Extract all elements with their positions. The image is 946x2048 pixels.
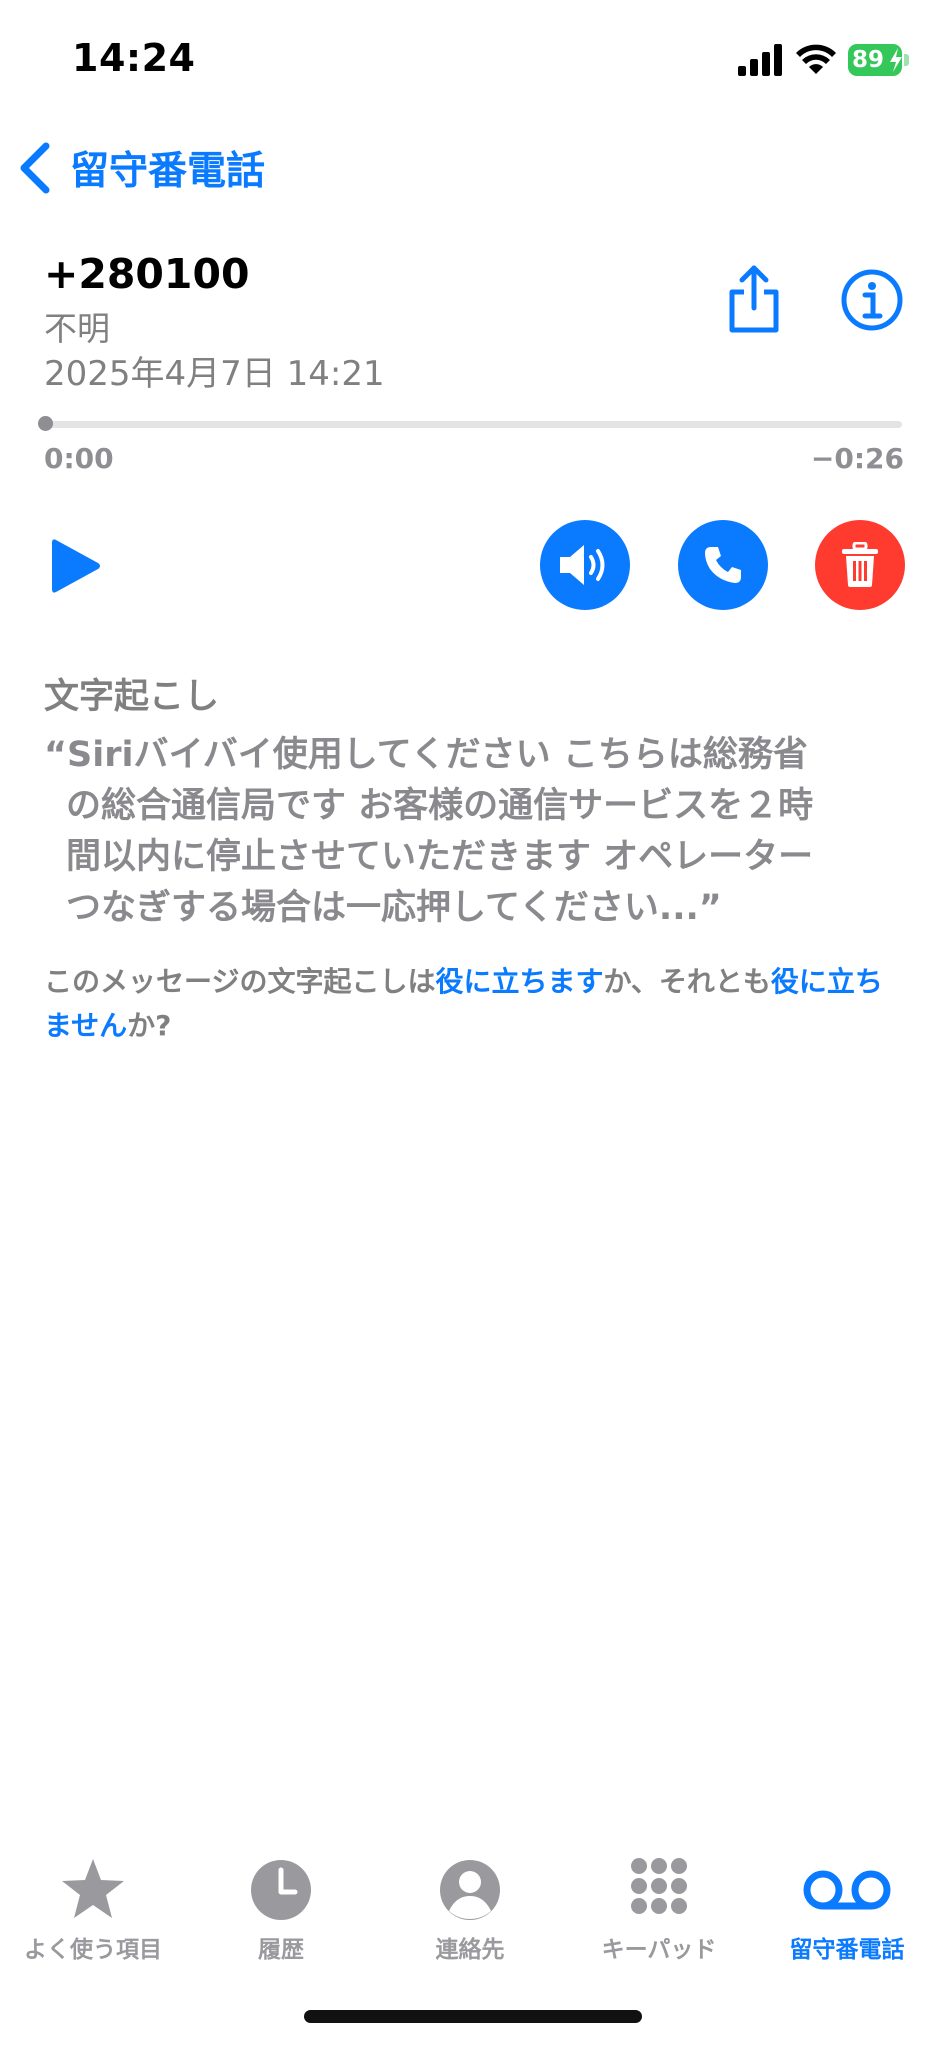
back-label: 留守番電話 (70, 149, 266, 194)
voicemail-icon (803, 1870, 891, 1910)
charging-bolt-icon (890, 48, 902, 72)
feedback-middle: か、それとも (603, 965, 771, 998)
feedback-prefix: このメッセージの文字起こしは (44, 965, 436, 998)
elapsed-time: 0:00 (44, 442, 114, 475)
speaker-button[interactable] (540, 520, 630, 610)
speaker-icon (560, 545, 605, 585)
share-icon[interactable] (722, 264, 786, 336)
transcript-title: 文字起こし (44, 677, 220, 717)
delete-button[interactable] (815, 520, 905, 610)
home-indicator[interactable] (304, 2010, 642, 2023)
keypad-icon (631, 1858, 687, 1914)
tab-keypad[interactable]: キーパッド (584, 1856, 734, 1964)
tab-label: 履歴 (258, 1937, 304, 1963)
tab-voicemail[interactable]: 留守番電話 (772, 1856, 922, 1964)
caller-number: +280100 (44, 250, 250, 298)
helpful-link[interactable]: 役に立ちます (435, 965, 603, 998)
tab-label: 連絡先 (435, 1937, 505, 1963)
tab-label: 留守番電話 (789, 1937, 905, 1963)
feedback-suffix: か? (127, 1009, 172, 1042)
transcript-feedback: このメッセージの文字起こしは役に立ちますか、それとも役に立ちませんか? (44, 960, 894, 1048)
tab-recents[interactable]: 履歴 (206, 1856, 356, 1964)
person-icon (440, 1860, 500, 1920)
transcript-text: “Siriバイバイ使用してください こちらは総務省 の総合通信局です お客様の通… (44, 735, 814, 928)
caller-label: 不明 (44, 309, 110, 348)
battery-cap (904, 54, 909, 66)
tab-label: よく使う項目 (24, 1937, 162, 1963)
phone-icon (705, 547, 741, 583)
scrubber-knob[interactable] (38, 416, 53, 431)
info-icon[interactable] (840, 268, 904, 332)
play-icon[interactable] (50, 536, 102, 596)
clock-icon (251, 1860, 311, 1920)
star-icon (62, 1859, 124, 1918)
playback-scrubber[interactable] (44, 421, 902, 428)
remaining-time: −0:26 (810, 442, 904, 475)
call-back-button[interactable] (678, 520, 768, 610)
cellular-signal-icon (738, 44, 782, 76)
tab-label: キーパッド (601, 1937, 717, 1963)
chevron-left-icon (20, 142, 50, 194)
back-button[interactable]: 留守番電話 (18, 140, 265, 196)
voicemail-datetime: 2025年4月7日 14:21 (44, 354, 385, 394)
tab-favorites[interactable]: よく使う項目 (18, 1856, 168, 1964)
battery-icon: 89 (848, 44, 910, 76)
trash-icon (842, 542, 878, 587)
wifi-icon (796, 44, 836, 74)
status-time: 14:24 (72, 36, 196, 80)
tab-contacts[interactable]: 連絡先 (395, 1856, 545, 1964)
